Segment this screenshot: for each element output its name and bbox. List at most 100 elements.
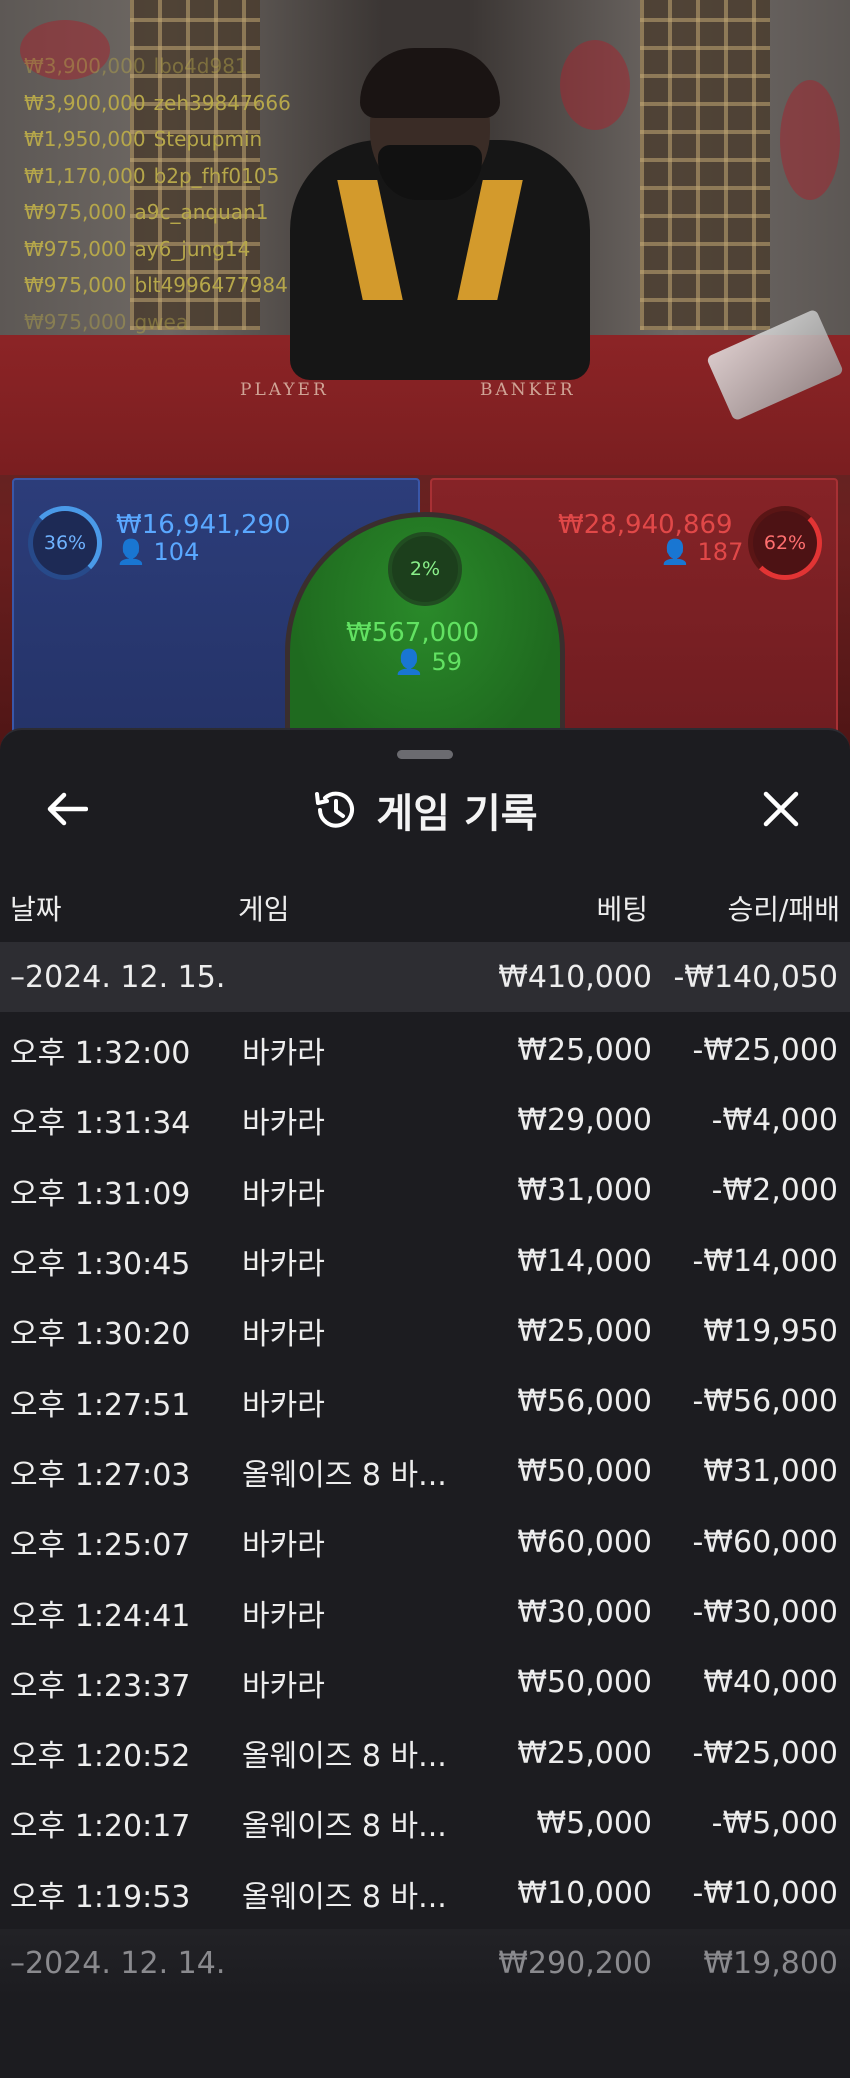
history-row[interactable]: 오후 1:32:00 바카라 ₩25,000 -₩25,000 — [0, 1015, 850, 1085]
group-result-total: -₩140,050 — [673, 959, 838, 995]
row-time: 오후 1:24:41 — [10, 1598, 191, 1634]
group-result-total: ₩19,800 — [703, 1946, 838, 1982]
row-time: 오후 1:30:20 — [10, 1317, 191, 1353]
sheet-title: 게임 기록 — [376, 791, 538, 837]
history-row[interactable]: 오후 1:20:17 올웨이즈 8 바... ₩5,000 -₩5,000 — [0, 1788, 850, 1858]
history-row[interactable]: 오후 1:31:09 바카라 ₩31,000 -₩2,000 — [0, 1156, 850, 1226]
row-result: -₩4,000 — [711, 1102, 838, 1138]
row-result: ₩31,000 — [703, 1454, 838, 1490]
player-percent-ring: 36% — [28, 506, 102, 580]
column-header-result: 승리/패배 — [727, 893, 840, 926]
row-result: -₩30,000 — [692, 1595, 838, 1631]
winners-ticker: ₩3,900,000 lbo4d981 ₩3,900,000 zeh39847666… — [24, 48, 291, 340]
ticker-row: ₩3,900,000 lbo4d981 — [24, 54, 248, 78]
tie-percent-ring: 2% — [388, 532, 462, 606]
row-game: 올웨이즈 8 바... — [242, 1809, 447, 1845]
row-result: -₩14,000 — [692, 1243, 838, 1279]
row-time: 오후 1:27:03 — [10, 1457, 191, 1493]
row-game: 바카라 — [242, 1176, 325, 1212]
row-game: 올웨이즈 8 바... — [242, 1879, 447, 1915]
group-date: –2024. 12. 14. — [10, 1946, 226, 1982]
history-row[interactable]: 오후 1:20:52 올웨이즈 8 바... ₩25,000 -₩25,000 — [0, 1718, 850, 1788]
row-result: ₩19,950 — [703, 1313, 838, 1349]
row-bet: ₩25,000 — [517, 1313, 652, 1349]
table-label-banker: BANKER — [480, 380, 576, 400]
row-bet: ₩25,000 — [517, 1032, 652, 1068]
user-icon: 👤 — [116, 538, 146, 566]
blossom-decoration — [780, 80, 840, 200]
row-result: -₩60,000 — [692, 1524, 838, 1560]
history-row[interactable]: 오후 1:27:03 올웨이즈 8 바... ₩50,000 ₩31,000 — [0, 1437, 850, 1507]
row-game: 바카라 — [242, 1387, 325, 1423]
table-label-player: PLAYER — [240, 380, 329, 400]
row-time: 오후 1:31:34 — [10, 1106, 191, 1142]
ticker-row: ₩975,000 ay6_jung14 — [24, 236, 251, 261]
tie-bet-count: 👤 59 — [394, 648, 463, 676]
row-bet: ₩31,000 — [517, 1173, 652, 1209]
row-game: 바카라 — [242, 1668, 325, 1704]
row-result: -₩25,000 — [692, 1735, 838, 1771]
ticker-row: ₩1,170,000 b2p_fhf0105 — [24, 163, 280, 188]
row-bet: ₩50,000 — [517, 1454, 652, 1490]
row-bet: ₩30,000 — [517, 1595, 652, 1631]
sheet-drag-handle[interactable] — [397, 750, 453, 759]
row-game: 바카라 — [242, 1598, 325, 1634]
user-icon: 👤 — [394, 648, 424, 676]
history-row[interactable]: 오후 1:24:41 바카라 ₩30,000 -₩30,000 — [0, 1577, 850, 1647]
history-row[interactable]: 오후 1:27:51 바카라 ₩56,000 -₩56,000 — [0, 1366, 850, 1436]
date-group-header[interactable]: –2024. 12. 15. ₩410,000 -₩140,050 — [0, 942, 850, 1012]
user-icon: 👤 — [660, 538, 690, 566]
ticker-row: ₩975,000 a9c_anquan1 — [24, 200, 269, 224]
row-time: 오후 1:20:17 — [10, 1809, 191, 1845]
history-list: –2024. 12. 15. ₩410,000 -₩140,050 오후 1:3… — [0, 942, 850, 1999]
row-bet: ₩56,000 — [517, 1384, 652, 1420]
row-game: 올웨이즈 8 바... — [242, 1457, 447, 1493]
row-time: 오후 1:20:52 — [10, 1739, 191, 1775]
tie-bet-amount: ₩567,000 — [346, 618, 480, 648]
history-row[interactable]: 오후 1:31:34 바카라 ₩29,000 -₩4,000 — [0, 1085, 850, 1155]
row-time: 오후 1:32:00 — [10, 1036, 191, 1072]
history-row[interactable]: 오후 1:19:53 올웨이즈 8 바... ₩10,000 -₩10,000 — [0, 1859, 850, 1929]
row-time: 오후 1:30:45 — [10, 1247, 191, 1283]
ticker-row: ₩3,900,000 zeh39847666 — [24, 90, 291, 115]
history-icon — [315, 791, 355, 828]
game-history-sheet: 게임 기록 날짜 게임 베팅 승리/패배 –2024. 12. 15. ₩410… — [0, 728, 850, 2078]
row-time: 오후 1:27:51 — [10, 1387, 191, 1423]
row-result: -₩5,000 — [711, 1805, 838, 1841]
row-game: 올웨이즈 8 바... — [242, 1739, 447, 1775]
row-result: -₩56,000 — [692, 1384, 838, 1420]
dealer-hair — [360, 48, 500, 118]
sheet-header: 게임 기록 — [0, 782, 850, 838]
row-result: -₩10,000 — [692, 1876, 838, 1912]
ticker-row: ₩975,000 blt4996477984 — [24, 273, 288, 297]
row-time: 오후 1:19:53 — [10, 1879, 191, 1915]
row-time: 오후 1:25:07 — [10, 1528, 191, 1564]
history-row[interactable]: 오후 1:30:45 바카라 ₩14,000 -₩14,000 — [0, 1226, 850, 1296]
row-game: 바카라 — [242, 1317, 325, 1353]
history-row[interactable]: 오후 1:30:20 바카라 ₩25,000 ₩19,950 — [0, 1296, 850, 1366]
ticker-row: ₩975,000 gwea — [24, 309, 189, 334]
group-date: –2024. 12. 15. — [10, 959, 226, 995]
row-result: ₩40,000 — [703, 1665, 838, 1701]
row-bet: ₩25,000 — [517, 1735, 652, 1771]
player-bet-count: 👤 104 — [116, 538, 200, 566]
column-header-date: 날짜 — [10, 893, 62, 926]
row-time: 오후 1:23:37 — [10, 1668, 191, 1704]
banker-bet-count: 👤 187 — [660, 538, 744, 566]
row-game: 바카라 — [242, 1247, 325, 1283]
history-row[interactable]: 오후 1:23:37 바카라 ₩50,000 ₩40,000 — [0, 1648, 850, 1718]
row-time: 오후 1:31:09 — [10, 1176, 191, 1212]
row-bet: ₩14,000 — [517, 1243, 652, 1279]
banker-percent-ring: 62% — [748, 506, 822, 580]
date-group-header[interactable]: –2024. 12. 14. ₩290,200 ₩19,800 — [0, 1928, 850, 1999]
group-bet-total: ₩290,200 — [498, 1946, 652, 1982]
live-video-stream: PLAYER BANKER ₩3,900,000 lbo4d981 ₩3,900,… — [0, 0, 850, 760]
row-bet: ₩29,000 — [517, 1102, 652, 1138]
ticker-row: ₩1,950,000 Stepupmin — [24, 127, 263, 151]
close-button[interactable] — [756, 784, 806, 834]
player-bet-amount: ₩16,941,290 — [116, 510, 291, 540]
close-icon — [763, 791, 799, 827]
history-row[interactable]: 오후 1:25:07 바카라 ₩60,000 -₩60,000 — [0, 1507, 850, 1577]
row-bet: ₩10,000 — [517, 1876, 652, 1912]
row-result: -₩2,000 — [711, 1173, 838, 1209]
